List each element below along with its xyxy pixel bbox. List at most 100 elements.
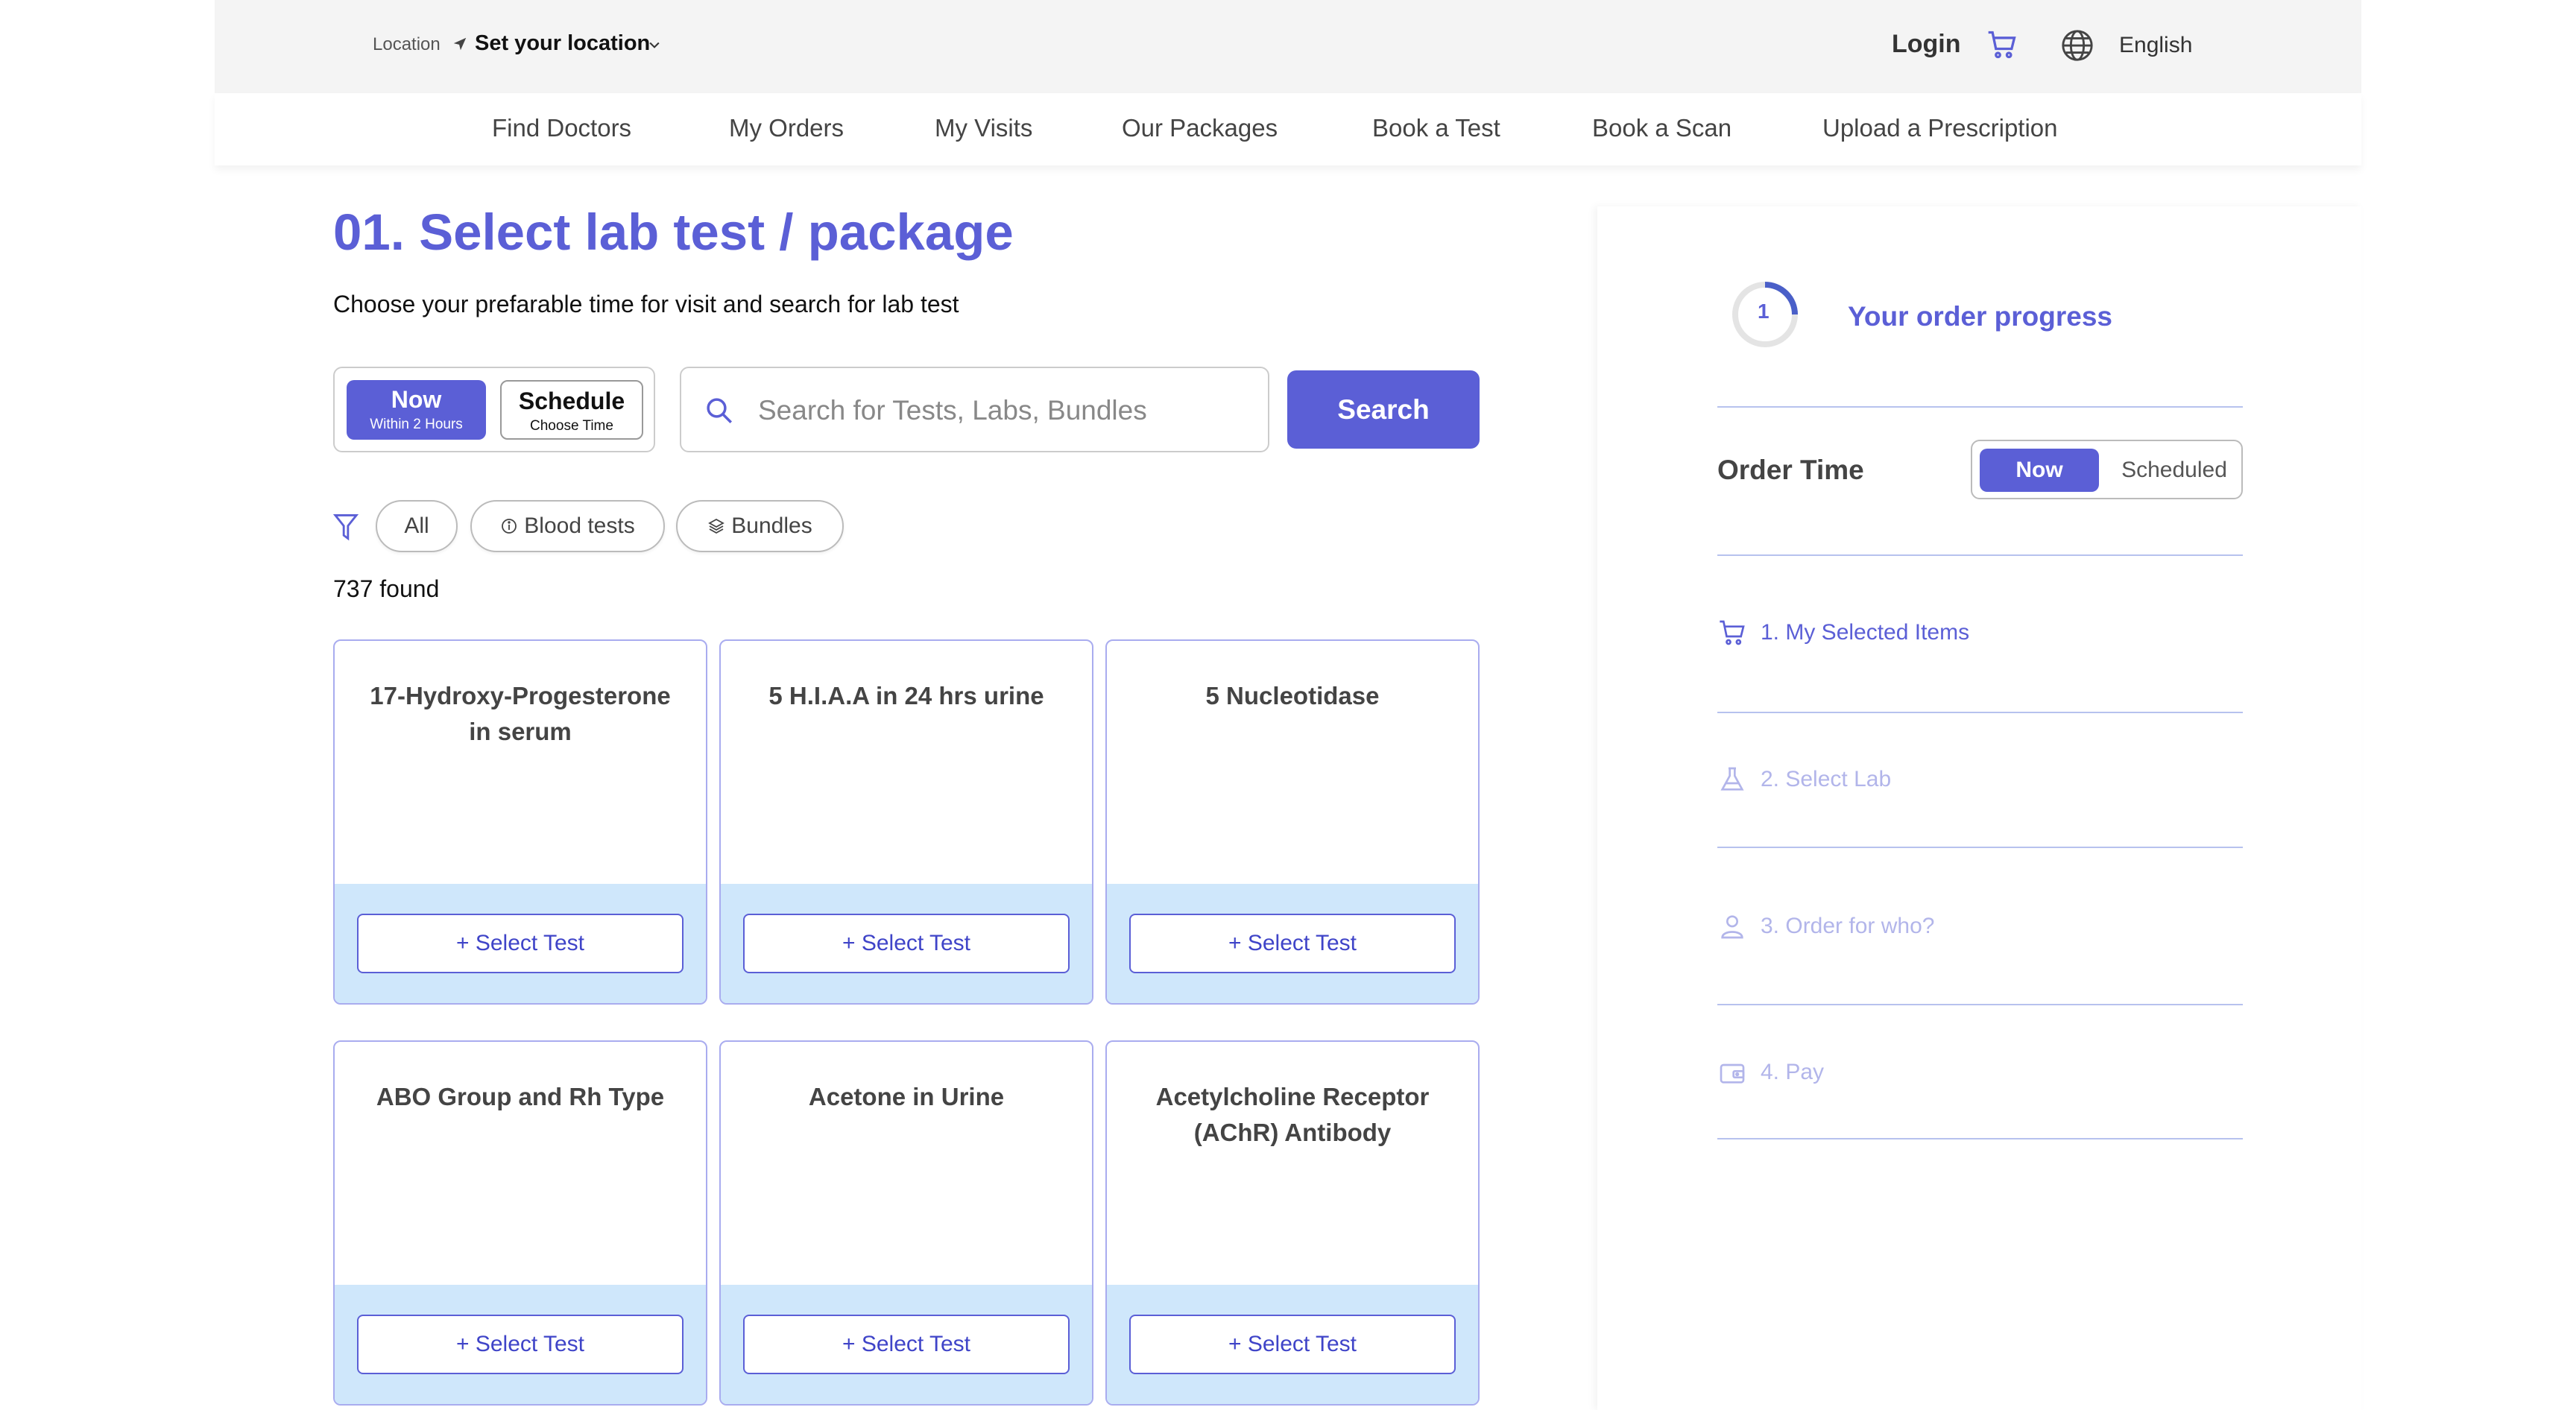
filter-chip-bundles[interactable]: Bundles xyxy=(676,500,844,552)
nav-book-a-scan[interactable]: Book a Scan xyxy=(1592,114,1731,142)
divider xyxy=(1717,712,2243,713)
select-test-label: Select Test xyxy=(861,931,971,955)
divider xyxy=(1717,1138,2243,1139)
navigation-arrow-icon[interactable] xyxy=(452,36,468,52)
progress-step-number: 1 xyxy=(1758,300,1770,323)
select-test-button[interactable]: + Select Test xyxy=(743,1315,1070,1374)
select-test-button[interactable]: + Select Test xyxy=(357,914,684,973)
visit-time-toggle: Now Within 2 Hours Schedule Choose Time xyxy=(333,367,655,452)
order-time-toggle: Now Scheduled xyxy=(1971,440,2243,499)
order-time-label: Order Time xyxy=(1717,455,1864,485)
nav-book-a-test[interactable]: Book a Test xyxy=(1372,114,1500,142)
schedule-option[interactable]: Schedule Choose Time xyxy=(500,380,643,440)
divider xyxy=(1717,554,2243,556)
select-test-label: Select Test xyxy=(475,931,585,955)
wallet-icon xyxy=(1720,1063,1745,1084)
plus-icon: + xyxy=(455,931,476,955)
step-select-lab[interactable]: 2. Select Lab xyxy=(1717,765,1891,794)
order-time-now[interactable]: Now xyxy=(1980,449,2099,492)
test-card-name: ABO Group and Rh Type xyxy=(376,1083,665,1110)
filter-chip-blood-tests[interactable]: Blood tests xyxy=(470,500,665,552)
location-label: Location xyxy=(373,34,441,54)
page-subtitle: Choose your prefarable time for visit an… xyxy=(333,291,959,317)
test-card-name: 5 H.I.A.A in 24 hrs urine xyxy=(768,682,1044,709)
plus-icon: + xyxy=(1228,931,1248,955)
step-label: 1. My Selected Items xyxy=(1761,620,1970,645)
now-option[interactable]: Now Within 2 Hours xyxy=(347,380,486,440)
select-test-label: Select Test xyxy=(861,1332,971,1356)
login-link[interactable]: Login xyxy=(1892,30,1961,59)
select-test-button[interactable]: + Select Test xyxy=(357,1315,684,1374)
select-test-button[interactable]: + Select Test xyxy=(1129,1315,1456,1374)
nav-our-packages[interactable]: Our Packages xyxy=(1122,114,1278,142)
schedule-option-sub: Choose Time xyxy=(530,418,613,434)
test-card: ABO Group and Rh Type + Select Test xyxy=(333,1040,707,1406)
select-test-label: Select Test xyxy=(1247,931,1357,955)
filter-chip-all-label: All xyxy=(404,513,429,538)
cart-icon[interactable] xyxy=(1986,28,2018,61)
nav-my-visits[interactable]: My Visits xyxy=(935,114,1032,142)
step-label: 2. Select Lab xyxy=(1761,767,1892,791)
flask-icon xyxy=(1720,767,1744,791)
nav-upload-prescription[interactable]: Upload a Prescription xyxy=(1822,114,2058,142)
divider xyxy=(1717,406,2243,408)
page-title: 01. Select lab test / package xyxy=(333,203,1014,261)
filter-chip-bundles-label: Bundles xyxy=(731,513,812,538)
plus-icon: + xyxy=(1228,1332,1248,1356)
results-count: 737 found xyxy=(333,575,440,602)
now-option-label: Now xyxy=(391,386,442,413)
test-card-name: Acetylcholine Receptor (AChR) Antibody xyxy=(1155,1083,1430,1146)
location-selector[interactable]: Set your location xyxy=(475,31,650,56)
search-icon xyxy=(707,398,732,423)
user-icon xyxy=(1721,915,1743,939)
main-nav: Find Doctors My Orders My Visits Our Pac… xyxy=(215,93,2361,165)
test-card-name: 5 Nucleotidase xyxy=(1205,682,1380,709)
step-pay[interactable]: 4. Pay xyxy=(1717,1058,1824,1087)
schedule-option-label: Schedule xyxy=(518,388,625,414)
test-card-footer: + Select Test xyxy=(721,1285,1092,1404)
step-order-for-who[interactable]: 3. Order for who? xyxy=(1717,911,1934,941)
progress-title: Your order progress xyxy=(1848,301,2113,332)
step-selected-items[interactable]: 1. My Selected Items xyxy=(1717,618,1969,648)
test-card-footer: + Select Test xyxy=(1107,884,1478,1003)
test-card: 5 Nucleotidase + Select Test xyxy=(1105,639,1480,1005)
select-test-label: Select Test xyxy=(1247,1332,1357,1356)
test-card: 5 H.I.A.A in 24 hrs urine + Select Test xyxy=(719,639,1093,1005)
step-label: 4. Pay xyxy=(1761,1060,1825,1084)
select-test-button[interactable]: + Select Test xyxy=(1129,914,1456,973)
test-card: 17-Hydroxy-Progesterone in serum + Selec… xyxy=(333,639,707,1005)
step-label: 3. Order for who? xyxy=(1761,914,1935,938)
chevron-down-icon[interactable] xyxy=(647,37,662,52)
test-card: Acetone in Urine + Select Test xyxy=(719,1040,1093,1406)
now-option-sub: Within 2 Hours xyxy=(370,417,463,432)
order-progress-panel xyxy=(1597,206,2361,1410)
layers-icon xyxy=(708,518,725,534)
filter-chip-blood-tests-label: Blood tests xyxy=(524,513,635,538)
cart-icon xyxy=(1720,620,1745,645)
test-card-footer: + Select Test xyxy=(335,884,706,1003)
select-test-label: Select Test xyxy=(475,1332,585,1356)
plus-icon: + xyxy=(455,1332,476,1356)
plus-icon: + xyxy=(842,1332,862,1356)
order-time-scheduled[interactable]: Scheduled xyxy=(2111,449,2238,492)
divider xyxy=(1717,847,2243,848)
language-selector[interactable]: English xyxy=(2119,33,2192,58)
filter-chip-all[interactable]: All xyxy=(376,500,458,552)
nav-find-doctors[interactable]: Find Doctors xyxy=(492,114,631,142)
filter-icon[interactable] xyxy=(333,512,359,542)
select-test-button[interactable]: + Select Test xyxy=(743,914,1070,973)
test-card-name: 17-Hydroxy-Progesterone in serum xyxy=(370,682,671,745)
search-input[interactable] xyxy=(758,386,1243,435)
nav-my-orders[interactable]: My Orders xyxy=(729,114,844,142)
test-card-name: Acetone in Urine xyxy=(808,1083,1005,1110)
divider xyxy=(1717,1004,2243,1005)
search-box xyxy=(680,367,1269,452)
test-card-footer: + Select Test xyxy=(721,884,1092,1003)
plus-icon: + xyxy=(842,931,862,955)
test-card: Acetylcholine Receptor (AChR) Antibody +… xyxy=(1105,1040,1480,1406)
test-card-footer: + Select Test xyxy=(335,1285,706,1404)
search-button[interactable]: Search xyxy=(1287,370,1480,449)
test-card-footer: + Select Test xyxy=(1107,1285,1478,1404)
globe-icon[interactable] xyxy=(2060,28,2094,63)
info-icon xyxy=(502,519,517,534)
